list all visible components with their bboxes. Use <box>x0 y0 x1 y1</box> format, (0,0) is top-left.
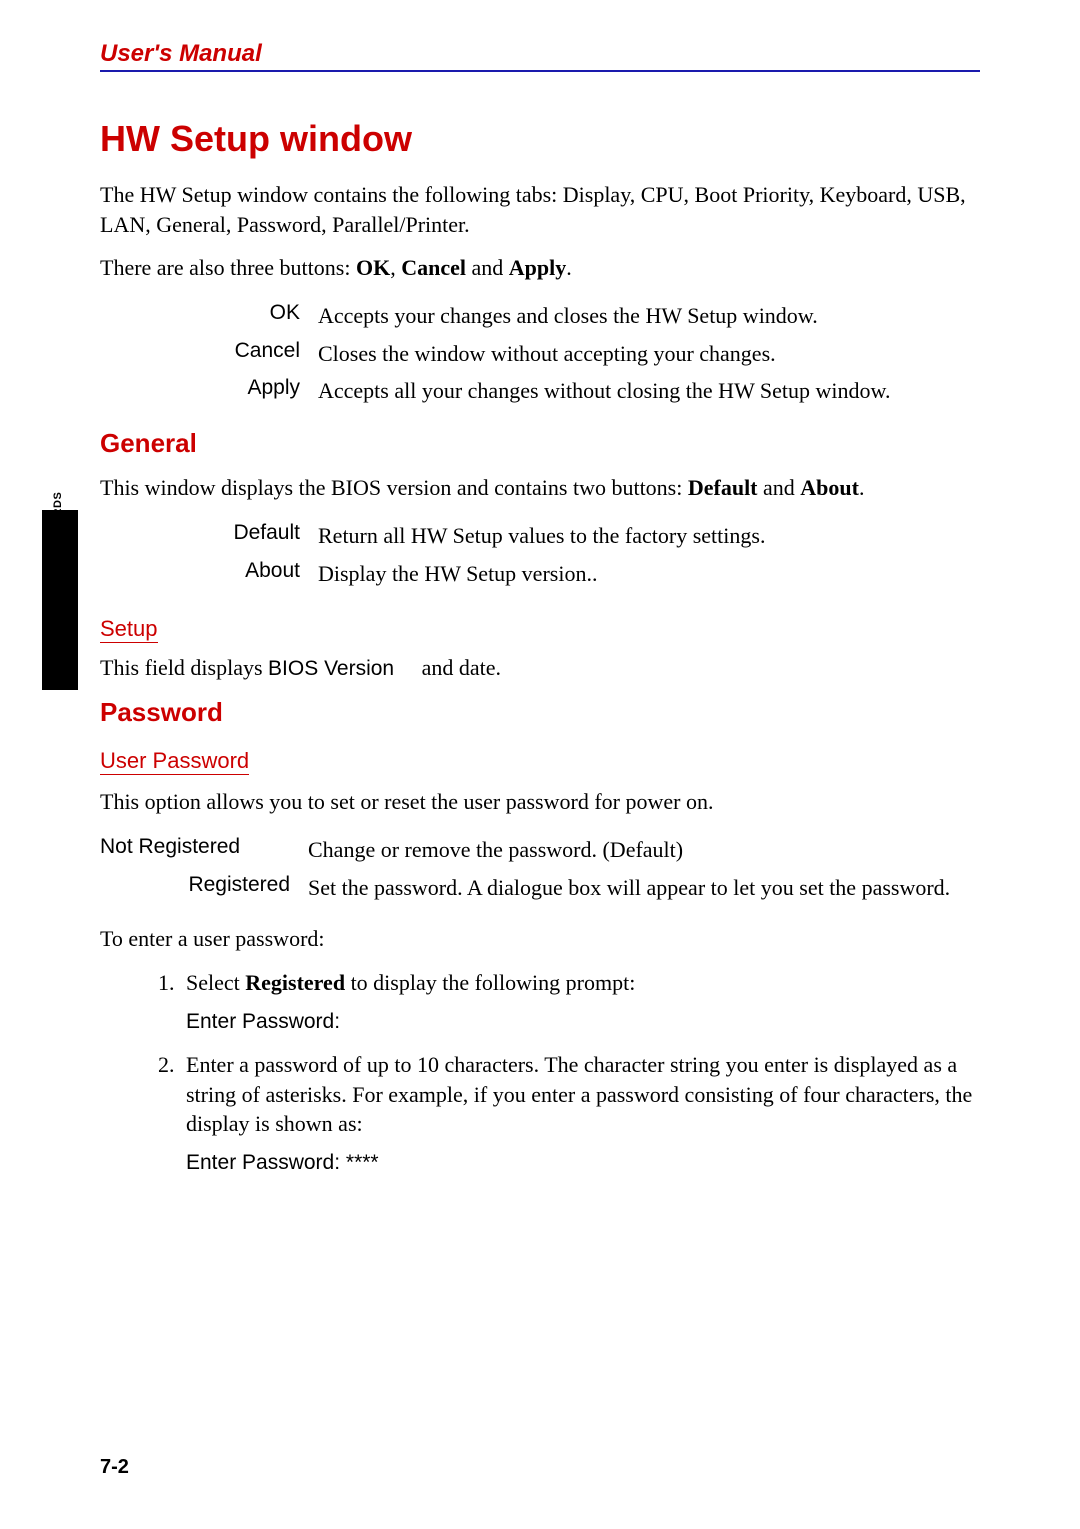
setup-line-post: and date. <box>416 655 501 680</box>
general-paragraph: This window displays the BIOS version an… <box>100 473 980 503</box>
general-b-about: About <box>800 475 859 500</box>
def-desc-default: Return all HW Setup values to the factor… <box>318 517 980 555</box>
table-row: Default Return all HW Setup values to th… <box>100 517 980 555</box>
intro-p2-post: . <box>566 255 572 280</box>
intro-p2-apply: Apply <box>509 255 566 280</box>
step2-prompt: Enter Password: **** <box>186 1149 980 1177</box>
step1-pre: Select <box>186 970 245 995</box>
password-heading: Password <box>100 697 980 728</box>
page-header: User's Manual <box>100 40 980 72</box>
to-enter-line: To enter a user password: <box>100 924 980 954</box>
setup-line: This field displays BIOS Version and dat… <box>100 655 980 681</box>
def-term-registered: Registered <box>100 869 308 907</box>
def-desc-about: Display the HW Setup version.. <box>318 555 980 593</box>
def-desc-cancel: Closes the window without accepting your… <box>318 335 980 373</box>
step1-bold: Registered <box>245 970 345 995</box>
def-desc-registered: Set the password. A dialogue box will ap… <box>308 869 980 907</box>
step1-prompt: Enter Password: <box>186 1008 980 1036</box>
def-term-about: About <box>100 555 318 593</box>
general-buttons-table: Default Return all HW Setup values to th… <box>100 517 980 592</box>
general-p-pre: This window displays the BIOS version an… <box>100 475 688 500</box>
user-password-heading: User Password <box>100 748 249 775</box>
def-desc-apply: Accepts all your changes without closing… <box>318 372 980 410</box>
setup-line-pre: This field displays <box>100 655 268 680</box>
def-term-cancel: Cancel <box>100 335 318 373</box>
def-term-not-registered: Not Registered <box>100 831 308 869</box>
list-item: Select Registered to display the followi… <box>180 968 980 1036</box>
page-title: HW Setup window <box>100 118 980 160</box>
intro-p2-pre: There are also three buttons: <box>100 255 356 280</box>
intro-paragraph-1: The HW Setup window contains the followi… <box>100 180 980 239</box>
general-sep: and <box>758 475 801 500</box>
intro-p2-sep2: and <box>466 255 509 280</box>
table-row: Cancel Closes the window without accepti… <box>100 335 980 373</box>
setup-heading: Setup <box>100 616 158 643</box>
password-options-table: Not Registered Change or remove the pass… <box>100 831 980 906</box>
def-term-default: Default <box>100 517 318 555</box>
page-number: 7-2 <box>100 1456 129 1479</box>
table-row: Registered Set the password. A dialogue … <box>100 869 980 907</box>
general-heading: General <box>100 428 980 459</box>
def-desc-not-registered: Change or remove the password. (Default) <box>308 831 980 869</box>
list-item: Enter a password of up to 10 characters.… <box>180 1050 980 1177</box>
steps-list: Select Registered to display the followi… <box>100 968 980 1177</box>
def-term-ok: OK <box>100 297 318 335</box>
intro-p2-cancel: Cancel <box>401 255 466 280</box>
step1-post: to display the following prompt: <box>345 970 635 995</box>
intro-p2-sep1: , <box>390 255 401 280</box>
general-b-default: Default <box>688 475 758 500</box>
intro-p2-ok: OK <box>356 255 390 280</box>
intro-paragraph-2: There are also three buttons: OK, Cancel… <box>100 253 980 283</box>
step2-text: Enter a password of up to 10 characters.… <box>186 1052 972 1136</box>
user-password-intro: This option allows you to set or reset t… <box>100 787 980 817</box>
setup-line-bios: BIOS Version <box>268 657 394 680</box>
table-row: Apply Accepts all your changes without c… <box>100 372 980 410</box>
def-desc-ok: Accepts your changes and closes the HW S… <box>318 297 980 335</box>
table-row: About Display the HW Setup version.. <box>100 555 980 593</box>
buttons-def-table: OK Accepts your changes and closes the H… <box>100 297 980 410</box>
table-row: Not Registered Change or remove the pass… <box>100 831 980 869</box>
general-post: . <box>859 475 865 500</box>
table-row: OK Accepts your changes and closes the H… <box>100 297 980 335</box>
def-term-apply: Apply <box>100 372 318 410</box>
